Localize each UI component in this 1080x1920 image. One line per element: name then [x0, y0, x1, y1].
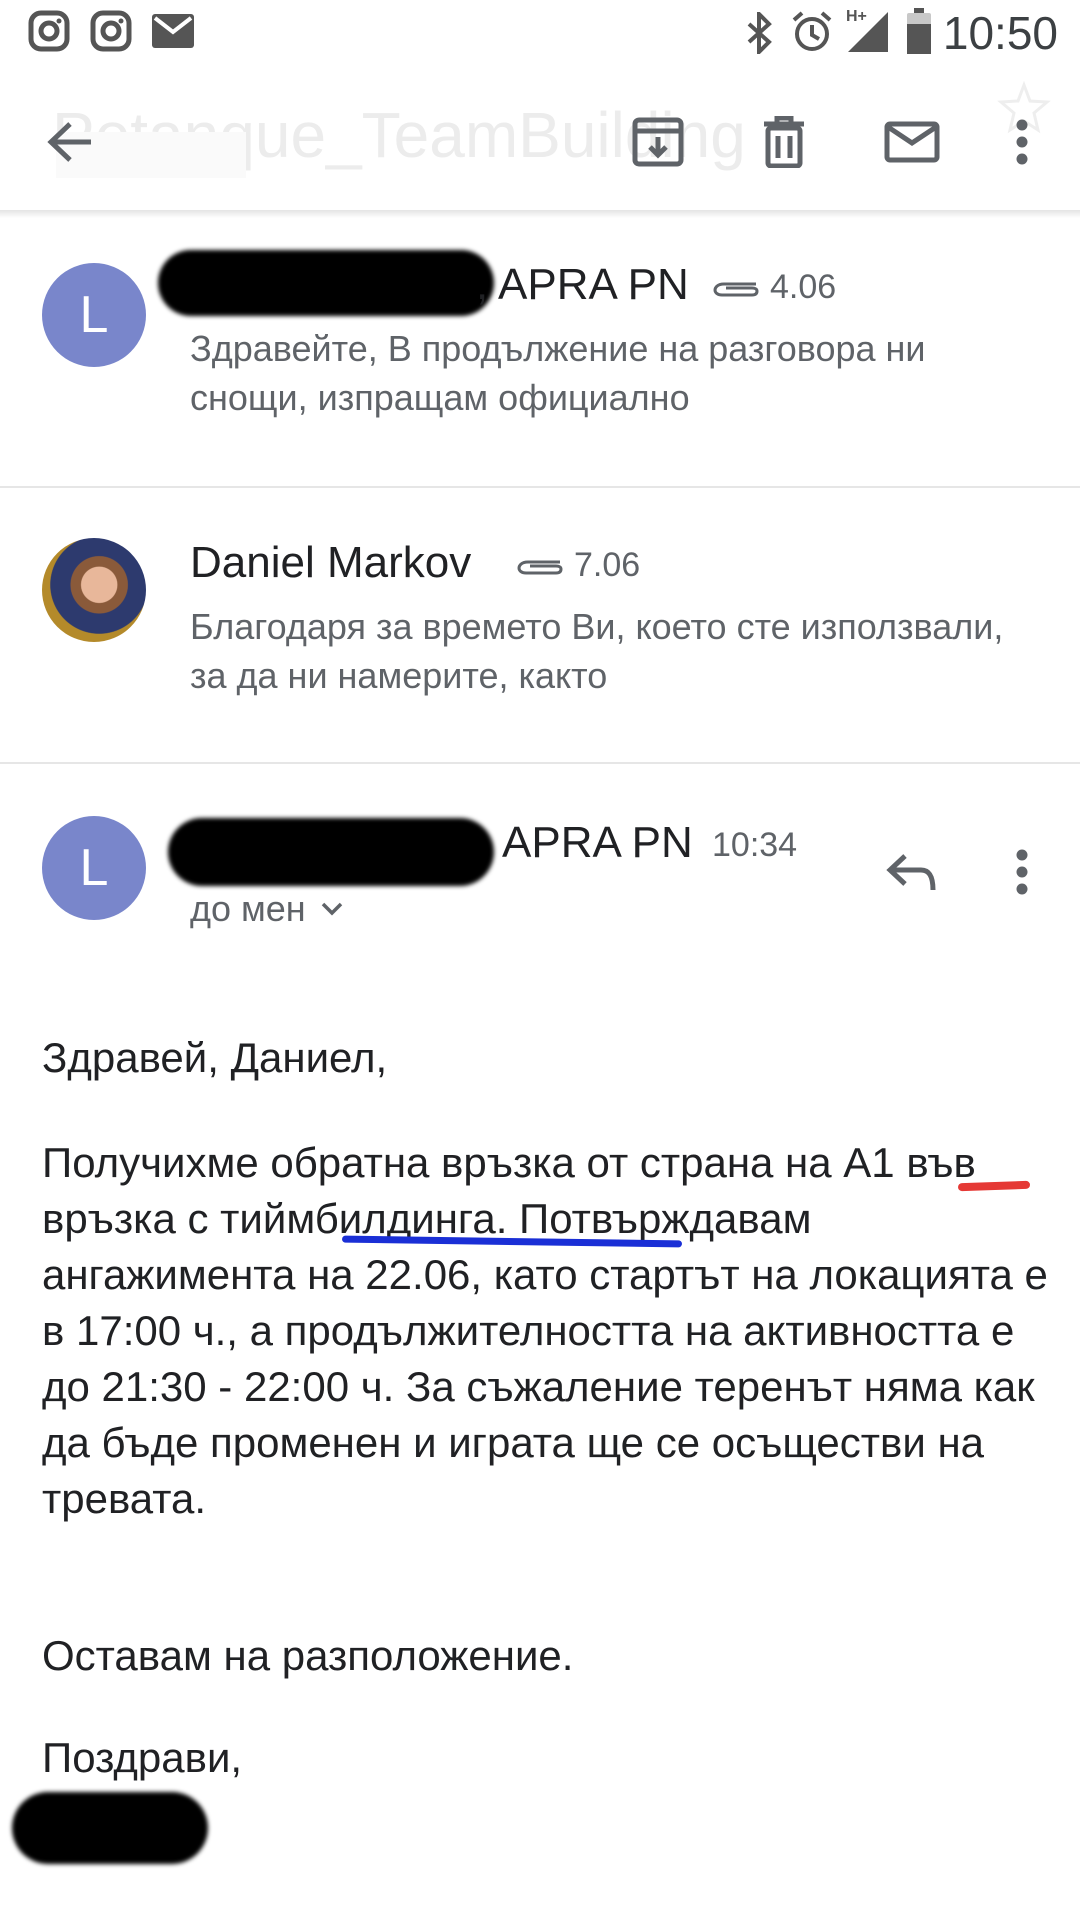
message-meta: 7.06 — [516, 546, 640, 585]
redacted-sender-name — [158, 250, 494, 316]
recipient-label: до мен — [190, 888, 306, 929]
message-snippet: Здравейте, В продължение на разговора ни… — [190, 328, 926, 418]
more-vert-icon — [1016, 849, 1028, 895]
status-time: 10:50 — [942, 7, 1058, 59]
recipient-toggle[interactable]: до мен — [190, 888, 344, 930]
body-text-segment: Получихме обратна връзка от страна на — [42, 1139, 844, 1186]
redacted-signature — [12, 1792, 208, 1864]
battery-icon — [906, 8, 932, 59]
message-closing: Оставам на разположение. — [42, 1632, 574, 1679]
bluetooth-icon — [744, 9, 774, 59]
redacted-sender-name — [168, 818, 494, 886]
status-bar: H+ 10:50 — [0, 0, 1080, 70]
back-arrow-icon — [47, 122, 91, 162]
reply-icon — [886, 854, 936, 891]
app-bar: Petanque_TeamBuilding — [0, 70, 1080, 212]
message-regards: Поздрави, — [42, 1734, 243, 1781]
message-more-button[interactable] — [986, 836, 1058, 908]
alarm-icon — [790, 10, 834, 59]
instagram-icon — [28, 10, 70, 57]
message-date: 7.06 — [574, 546, 641, 584]
reply-button[interactable] — [876, 836, 948, 908]
message-snippet: Благодаря за времето Ви, което сте изпол… — [190, 606, 1004, 696]
sender-name: Daniel Markov — [190, 538, 472, 587]
chevron-down-icon — [321, 902, 342, 916]
mail-notification-icon — [152, 14, 194, 53]
thread-message-collapsed[interactable]: Daniel Markov 7.06 Благодаря за времето … — [0, 488, 1080, 762]
more-vert-icon — [1016, 119, 1028, 165]
avatar-photo — [42, 538, 146, 642]
attachment-icon — [517, 560, 563, 574]
attachment-icon — [713, 282, 759, 296]
body-text-a1: А1 — [843, 1139, 895, 1186]
message-body-paragraph: Получихме обратна връзка от страна на А1… — [42, 1135, 1052, 1527]
sender-name: APRA PN — [502, 818, 693, 867]
message-time: 10:34 — [712, 826, 798, 864]
more-options-button[interactable] — [986, 106, 1058, 178]
message-meta: 4.06 — [712, 268, 836, 307]
message-date: 4.06 — [770, 268, 837, 306]
app-bar-shadow — [0, 210, 1080, 218]
archive-icon — [632, 117, 684, 167]
sender-name: , APRA PN — [476, 260, 689, 309]
mark-unread-button[interactable] — [876, 106, 948, 178]
instagram-icon — [90, 10, 132, 57]
network-type-label: H+ — [846, 8, 867, 25]
delete-icon — [764, 116, 804, 168]
thread-divider — [0, 762, 1080, 764]
thread-message-collapsed[interactable]: L , APRA PN 4.06 Здравейте, В продължени… — [0, 218, 1080, 486]
mark-unread-icon — [884, 121, 940, 163]
message-greeting: Здравей, Даниел, — [42, 1034, 388, 1081]
back-button[interactable] — [34, 106, 106, 178]
archive-button[interactable] — [622, 106, 694, 178]
avatar: L — [42, 816, 146, 920]
avatar: L — [42, 263, 146, 367]
delete-button[interactable] — [748, 106, 820, 178]
